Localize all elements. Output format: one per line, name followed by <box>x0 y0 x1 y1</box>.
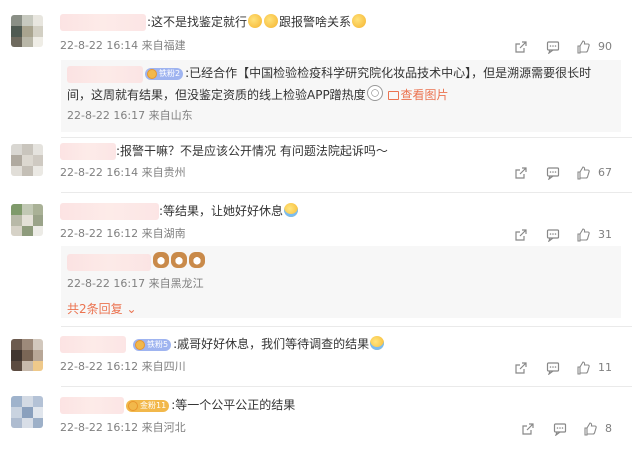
share-icon[interactable] <box>514 40 528 54</box>
like-icon[interactable] <box>576 166 590 180</box>
username-redacted[interactable] <box>60 336 126 353</box>
comment-icon[interactable] <box>546 361 560 375</box>
comment-icon[interactable] <box>546 228 560 242</box>
avatar[interactable] <box>11 339 43 371</box>
comment-text: :报警干嘛？不是应该公开情况 有问题法院起诉吗～ <box>116 144 388 158</box>
timestamp: 22-8-22 16:14 <box>60 166 139 179</box>
like-count: 90 <box>598 40 612 53</box>
emoji-icon <box>352 14 367 28</box>
cat-emoji-icon <box>189 252 205 268</box>
location: 来自湖南 <box>141 227 186 240</box>
emoji-icon <box>248 14 263 28</box>
like-count: 8 <box>605 422 612 435</box>
location: 来自福建 <box>141 39 186 52</box>
comment-meta: 22-8-22 16:12 来自湖南 <box>60 227 186 241</box>
reply-text: 铁粉2:已经合作【中国检验检疫科学研究院化妆品技术中心】，但是溯源需要很长时 <box>145 65 591 82</box>
comment-text: :等结果，让她好好休息 <box>159 203 299 220</box>
cat-emoji-icon <box>171 252 187 268</box>
divider <box>61 137 632 138</box>
chevron-down-icon: ⌄ <box>122 302 137 316</box>
comment-meta: 22-8-22 16:12 来自四川 <box>60 360 186 374</box>
location: 来自黑龙江 <box>148 277 204 290</box>
divider <box>61 326 632 327</box>
username-redacted[interactable] <box>60 397 124 414</box>
share-icon[interactable] <box>514 166 528 180</box>
location: 来自山东 <box>148 109 193 122</box>
comment-text: 金粉11:等一个公平公正的结果 <box>126 397 295 414</box>
share-icon[interactable] <box>514 361 528 375</box>
avatar[interactable] <box>11 15 43 47</box>
share-icon[interactable] <box>521 422 535 436</box>
location: 来自贵州 <box>141 166 186 179</box>
more-replies-link[interactable]: 共2条回复 ⌄ <box>67 302 137 316</box>
divider <box>61 386 632 387</box>
reply-text <box>152 252 206 271</box>
view-image-link[interactable]: 查看图片 <box>387 88 449 102</box>
like-count: 11 <box>598 361 612 374</box>
fan-badge: 铁粉2 <box>145 68 184 80</box>
reply-text-line2: 间，这周就有结果，但没鉴定资质的线上检验APP蹭热度 查看图片 <box>67 85 449 104</box>
comment-icon[interactable] <box>553 422 567 436</box>
location: 来自四川 <box>141 360 186 373</box>
comment-meta: 22-8-22 16:14 来自福建 <box>60 39 186 53</box>
timestamp: 22-8-22 16:17 <box>67 277 146 290</box>
emoji-icon <box>366 85 383 101</box>
crying-emoji-icon <box>370 336 385 350</box>
avatar[interactable] <box>11 204 43 236</box>
location: 来自河北 <box>141 421 186 434</box>
avatar[interactable] <box>11 144 43 176</box>
avatar[interactable] <box>11 396 43 428</box>
crying-emoji-icon <box>284 203 299 217</box>
reply-meta: 22-8-22 16:17 来自山东 <box>67 109 193 123</box>
comment-text: :这不是找鉴定就行 跟报警啥关系 <box>147 14 367 31</box>
username-redacted[interactable] <box>60 143 116 160</box>
timestamp: 22-8-22 16:12 <box>60 421 139 434</box>
username-redacted[interactable] <box>67 254 151 271</box>
timestamp: 22-8-22 16:14 <box>60 39 139 52</box>
fan-badge: 金粉11 <box>126 400 170 412</box>
image-icon <box>387 91 399 100</box>
username-redacted[interactable] <box>60 203 159 220</box>
like-count: 31 <box>598 228 612 241</box>
share-icon[interactable] <box>514 228 528 242</box>
timestamp: 22-8-22 16:12 <box>60 227 139 240</box>
comment-meta: 22-8-22 16:12 来自河北 <box>60 421 186 435</box>
like-icon[interactable] <box>576 228 590 242</box>
cat-emoji-icon <box>153 252 169 268</box>
like-icon[interactable] <box>583 422 597 436</box>
divider <box>61 192 632 193</box>
emoji-icon <box>264 14 279 28</box>
comment-meta: 22-8-22 16:14 来自贵州 <box>60 166 186 180</box>
timestamp: 22-8-22 16:12 <box>60 360 139 373</box>
username-redacted[interactable] <box>67 66 143 83</box>
reply-meta: 22-8-22 16:17 来自黑龙江 <box>67 277 204 291</box>
username-redacted[interactable] <box>60 14 146 31</box>
timestamp: 22-8-22 16:17 <box>67 109 146 122</box>
comment-icon[interactable] <box>546 166 560 180</box>
comment-icon[interactable] <box>546 40 560 54</box>
like-icon[interactable] <box>576 361 590 375</box>
like-count: 67 <box>598 166 612 179</box>
like-icon[interactable] <box>576 40 590 54</box>
comment-text: 铁粉5:戚哥好好休息，我们等待调查的结果 <box>133 336 385 353</box>
fan-badge: 铁粉5 <box>133 339 172 351</box>
